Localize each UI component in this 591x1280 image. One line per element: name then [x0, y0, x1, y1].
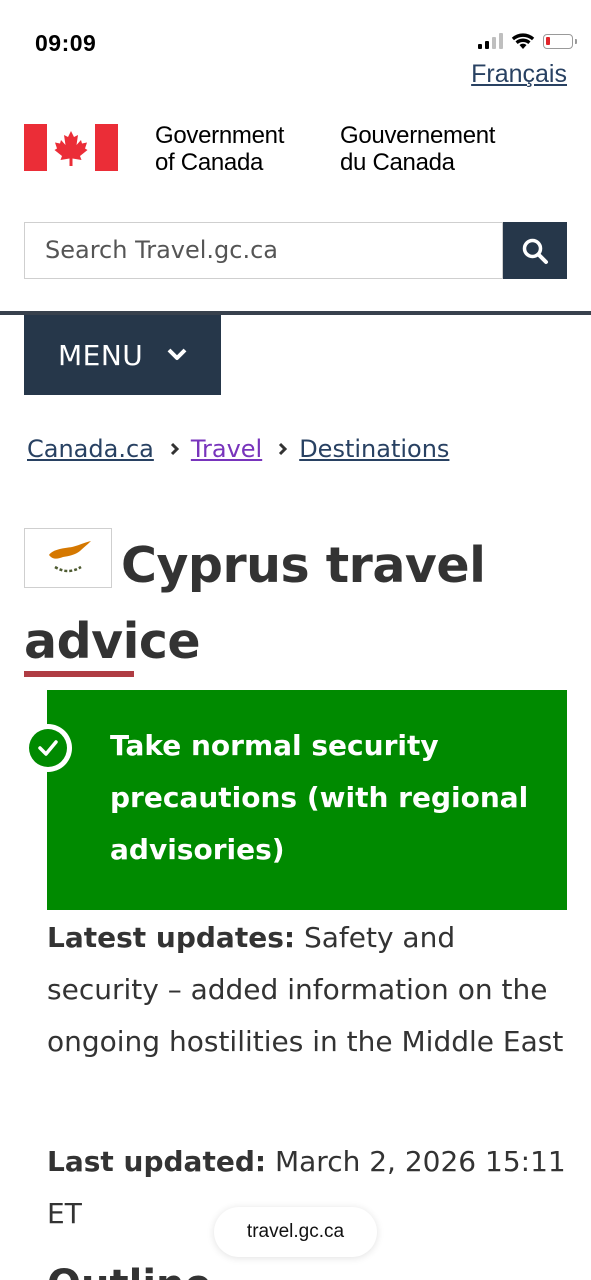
language-toggle-link[interactable]: Français [471, 60, 567, 89]
gov-fr-line: Gouvernement du Canada [340, 122, 496, 176]
check-circle-icon [24, 724, 72, 772]
government-name-french: Gouvernement du Canada [340, 122, 495, 176]
menu-label: MENU [58, 338, 144, 372]
advisory-level-box: Take normal security precautions (with r… [47, 690, 567, 910]
status-icons [478, 32, 577, 50]
breadcrumb-canada[interactable]: Canada.ca [27, 435, 154, 463]
cellular-signal-icon [478, 33, 503, 49]
gov-en-line: Government of Canada [155, 122, 285, 176]
chevron-right-icon [278, 442, 288, 456]
menu-button[interactable]: MENU [24, 315, 221, 395]
chevron-down-icon [167, 348, 187, 360]
search-input[interactable]: Search Travel.gc.ca [24, 222, 503, 279]
breadcrumb-destinations[interactable]: Destinations [299, 435, 449, 463]
search-icon [522, 238, 548, 264]
government-name-english: Government of Canada [155, 122, 284, 176]
last-updated-label: Last updated: [47, 1145, 267, 1178]
browser-url-pill[interactable]: travel.gc.ca [214, 1207, 377, 1257]
latest-updates-label: Latest updates: [47, 921, 296, 954]
advisory-level-text: Take normal security precautions (with r… [110, 729, 529, 866]
latest-updates: Latest updates: Safety and security – ad… [47, 912, 567, 1068]
breadcrumb: Canada.ca Travel Destinations [27, 435, 449, 463]
breadcrumb-travel[interactable]: Travel [191, 435, 262, 463]
battery-low-icon [543, 33, 577, 49]
section-heading: Outline [47, 1262, 212, 1280]
canada-flag-icon [24, 124, 118, 171]
chevron-right-icon [170, 442, 180, 456]
status-time: 09:09 [35, 30, 97, 56]
title-underline [24, 671, 134, 677]
wifi-icon [511, 33, 535, 49]
government-signature[interactable]: Government of Canada Gouvernement du Can… [24, 122, 569, 178]
search-button[interactable] [503, 222, 567, 279]
page-title: Cyprus travel advice [24, 537, 486, 670]
